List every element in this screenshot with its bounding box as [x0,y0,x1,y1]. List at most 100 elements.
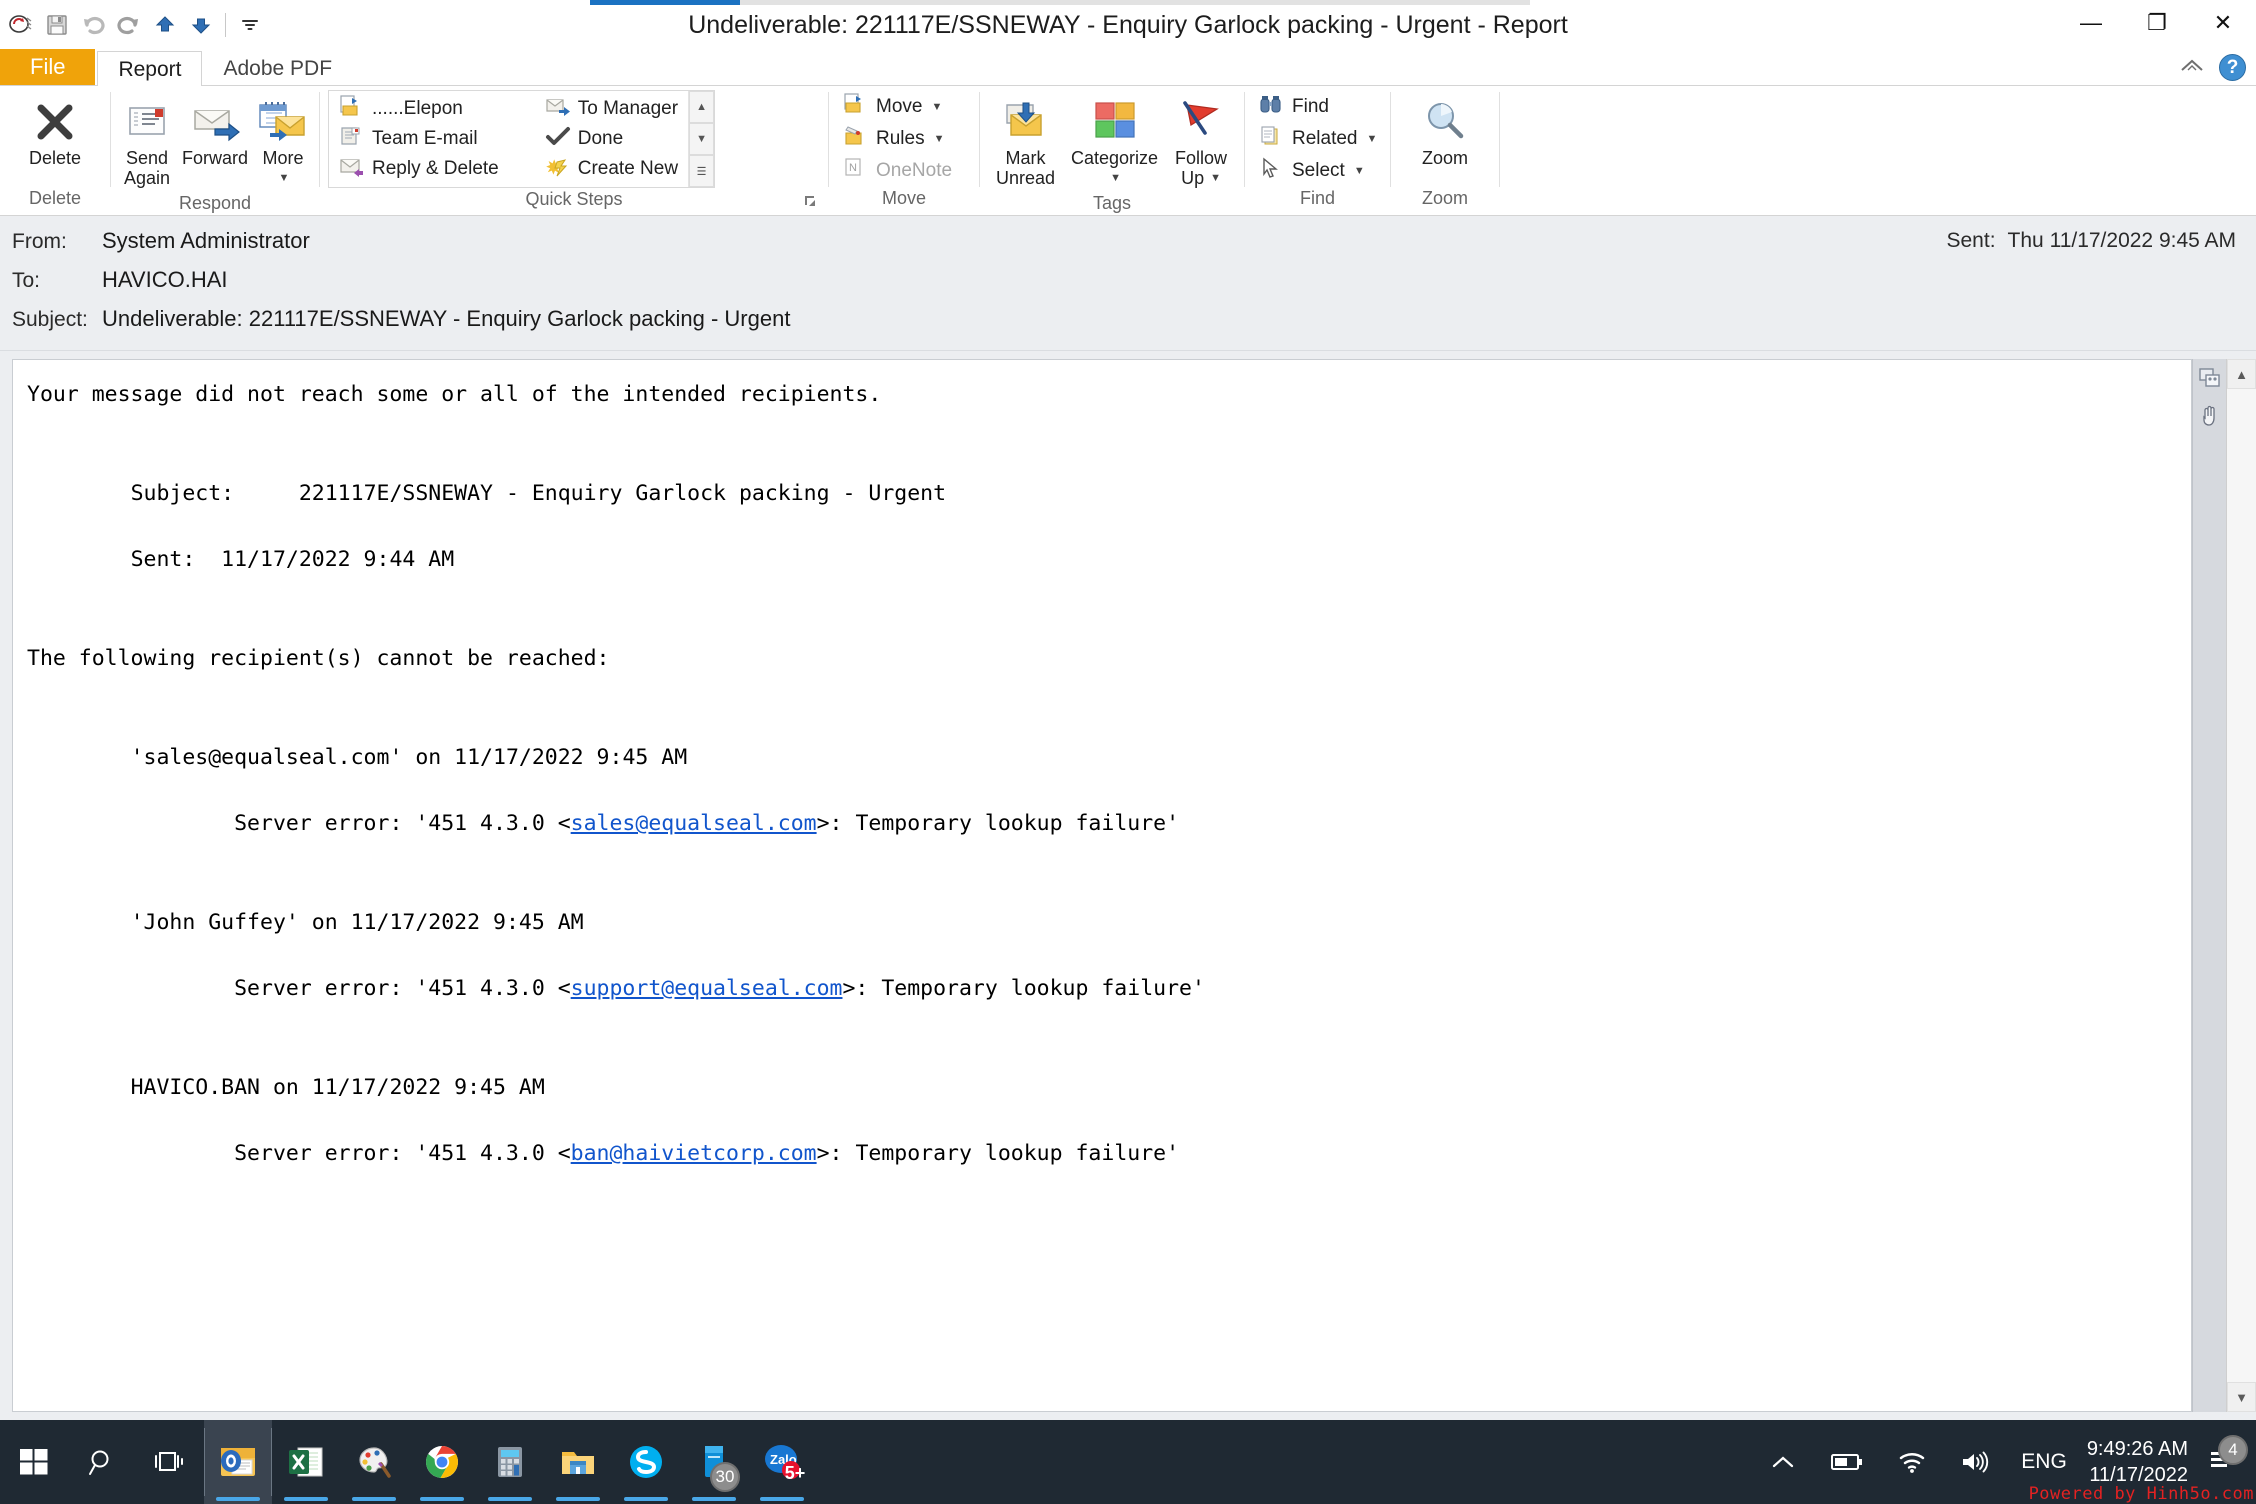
send-again-line2: Again [123,168,171,188]
ribbon-group-delete: Delete Delete [0,86,110,215]
window-title: Undeliverable: 221117E/SSNEWAY - Enquiry… [688,10,1568,39]
search-button[interactable] [68,1420,136,1504]
scroll-down-button[interactable]: ▼ [2227,1382,2256,1412]
close-button[interactable]: ✕ [2190,0,2256,46]
quick-steps-column-right: To Manager Done Create New [535,92,688,186]
subject-value: Undeliverable: 221117E/SSNEWAY - Enquiry… [102,306,791,331]
delete-button[interactable]: Delete [22,92,88,172]
taskbar-app-zalo[interactable]: Zalo 5+ [748,1420,816,1504]
onenote-icon: N [843,156,869,186]
taskbar-app-skype[interactable] [612,1420,680,1504]
quick-step-to-manager[interactable]: To Manager [539,94,684,124]
next-item-icon[interactable] [184,8,218,42]
reading-pane-wrap: Your message did not reach some or all o… [0,351,2256,1420]
taskbar-running-indicator [284,1497,328,1501]
rules-caret-icon[interactable]: ▼ [934,133,945,145]
action-center-badge: 4 [2218,1435,2248,1465]
undo-icon[interactable] [76,8,110,42]
reading-pane-scrollbar[interactable]: ▲ ▼ [2226,359,2256,1412]
related-button[interactable]: Related ▼ [1253,124,1383,154]
quick-steps-more[interactable]: ☰ [689,155,715,187]
ribbon-tab-strip: File Report Adobe PDF ? [0,49,2256,86]
clock[interactable]: 9:49:26 AM 11/17/2022 [2081,1436,2200,1488]
recipient-1-email-link[interactable]: sales@equalseal.com [571,811,817,836]
quick-step-reply-delete[interactable]: Reply & Delete [333,154,505,184]
task-view-button[interactable] [136,1420,204,1504]
quick-step-team-email[interactable]: Team E-mail [333,124,505,154]
show-hidden-icons-button[interactable] [1753,1420,1813,1504]
minimize-button[interactable]: — [2058,0,2124,46]
quick-steps-dialog-launcher[interactable] [802,193,820,211]
categorize-button[interactable]: Categorize ▼ [1065,92,1164,192]
taskbar-app-file-explorer[interactable] [544,1420,612,1504]
send-again-button[interactable]: Send Again [114,92,180,192]
recipient-2-error-suffix: >: Temporary lookup failure' [842,976,1205,1001]
from-value[interactable]: System Administrator [102,228,310,254]
from-label: From: [12,230,67,253]
zoom-magnifier-icon [1422,96,1468,148]
previous-item-icon[interactable] [148,8,182,42]
more-respond-button[interactable]: More ▼ [250,92,316,192]
taskbar-app-outlook[interactable] [204,1420,272,1504]
taskbar: 30 Zalo 5+ ENG 9:49:26 AM 11/17/2022 4 P… [0,1420,2256,1504]
action-center-button[interactable]: 4 [2200,1435,2256,1477]
battery-icon[interactable] [1813,1420,1881,1504]
tab-file[interactable]: File [0,49,96,85]
quick-steps-scroll-up[interactable]: ▲ [689,91,715,123]
quick-step-done[interactable]: Done [539,124,684,154]
categorize-caret-icon[interactable]: ▼ [1110,168,1121,188]
group-label-delete: Delete [28,188,82,208]
send-again-line1: Send [125,148,169,168]
taskbar-app-chrome[interactable] [408,1420,476,1504]
recipient-3-email-link[interactable]: ban@haivietcorp.com [571,1141,817,1166]
hand-pan-icon[interactable] [2197,403,2223,429]
taskbar-app-excel[interactable] [272,1420,340,1504]
customize-qat-icon[interactable] [233,8,267,42]
svg-text:N: N [849,162,857,174]
taskbar-app-calculator[interactable] [476,1420,544,1504]
zoom-button[interactable]: Zoom [1412,92,1478,172]
side-rail [2192,359,2226,1412]
move-button[interactable]: Move ▼ [837,92,958,122]
save-icon[interactable] [40,8,74,42]
forward-button[interactable]: Forward [182,92,248,172]
outlook-send-receive-icon[interactable] [4,8,38,42]
quick-steps-scroll-down[interactable]: ▼ [689,123,715,155]
wifi-icon[interactable] [1881,1420,1943,1504]
to-value[interactable]: HAVICO.HAI [102,267,228,293]
tab-adobe-pdf[interactable]: Adobe PDF [202,51,353,85]
people-pane-icon[interactable] [2197,365,2223,391]
quick-step-create-new[interactable]: Create New [539,154,684,184]
rules-button[interactable]: Rules ▼ [837,124,958,154]
scroll-up-button[interactable]: ▲ [2227,359,2256,389]
select-caret-icon[interactable]: ▼ [1354,165,1365,177]
select-button[interactable]: Select ▼ [1253,156,1383,186]
collapse-ribbon-icon[interactable] [2179,55,2205,80]
body-intro: Your message did not reach some or all o… [27,382,882,407]
follow-up-button[interactable]: Follow Up ▼ [1168,92,1234,192]
redo-icon[interactable] [112,8,146,42]
orig-sent-line: Sent: 11/17/2022 9:44 AM [27,547,455,572]
follow-up-caret-icon[interactable]: ▼ [1210,168,1221,188]
mark-unread-button[interactable]: Mark Unread [990,92,1061,192]
help-icon[interactable]: ? [2219,54,2246,81]
reading-pane[interactable]: Your message did not reach some or all o… [12,359,2192,1412]
language-indicator[interactable]: ENG [2007,1450,2081,1474]
start-button[interactable] [0,1420,68,1504]
tab-report[interactable]: Report [97,51,203,86]
move-caret-icon[interactable]: ▼ [931,101,942,113]
related-caret-icon[interactable]: ▼ [1367,133,1378,145]
ribbon-group-tags: Mark Unread Categorize ▼ Follow Up ▼ Tag… [980,86,1244,215]
more-respond-caret[interactable]: ▼ [279,168,290,188]
find-button[interactable]: Find [1253,92,1383,122]
taskbar-app-zalo-pc[interactable]: 30 [680,1420,748,1504]
recipient-2-email-link[interactable]: support@equalseal.com [571,976,843,1001]
restore-button[interactable]: ❐ [2124,0,2190,46]
taskbar-app-paint[interactable] [340,1420,408,1504]
sent-value: Thu 11/17/2022 9:45 AM [2007,229,2236,252]
group-separator [1499,92,1500,187]
scroll-track[interactable] [2227,389,2256,1382]
taskbar-running-indicator [760,1497,804,1501]
quick-step-elepon[interactable]: ......Elepon [333,94,505,124]
volume-icon[interactable] [1943,1420,2007,1504]
